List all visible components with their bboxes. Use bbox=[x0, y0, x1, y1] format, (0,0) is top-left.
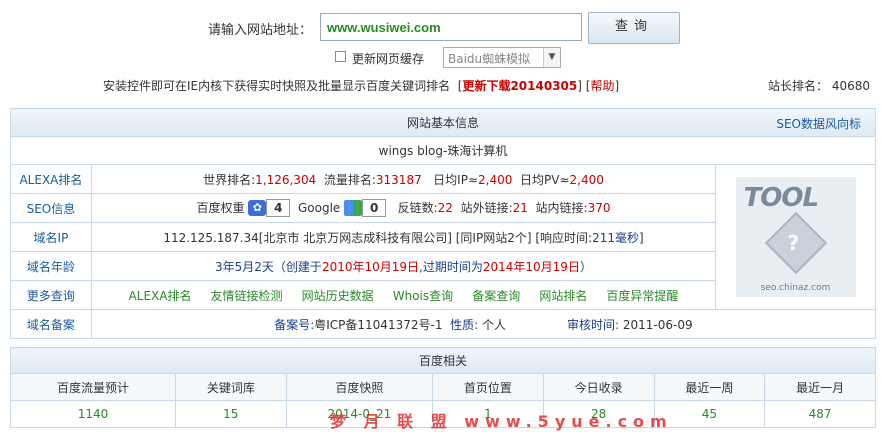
google-label: Google bbox=[297, 200, 341, 215]
age-detail-end: ） bbox=[579, 259, 592, 274]
ip-text-end: ] bbox=[638, 230, 644, 245]
tool-logo: TOOL bbox=[743, 183, 820, 213]
link-friend-link-check[interactable]: 友情链接检测 bbox=[211, 289, 283, 303]
chevron-down-icon: ▼ bbox=[543, 48, 560, 67]
val-last-month[interactable]: 487 bbox=[764, 400, 876, 428]
url-input[interactable] bbox=[320, 13, 582, 41]
nature-label: 性质: bbox=[450, 317, 479, 332]
site-title: wings blog-珠海计算机 bbox=[10, 136, 876, 165]
spider-select[interactable]: Baidu蜘蛛模拟 ▼ bbox=[443, 47, 561, 68]
traffic-rank-value: 313187 bbox=[375, 172, 422, 187]
seo-label: SEO信息 bbox=[10, 193, 92, 223]
more-links: ALEXA排名 友情链接检测 网站历史数据 Whois查询 备案查询 网站排名 … bbox=[90, 280, 717, 310]
col-keywords: 关键词库 bbox=[174, 373, 287, 401]
audit-label: 审核时间: bbox=[567, 317, 620, 332]
age-label: 域名年龄 bbox=[10, 251, 92, 281]
seo-row: 百度权重 ✿ 4 Google 0 反链数:22 站外链接:21 站内链接:370 bbox=[90, 193, 717, 223]
download-link[interactable]: 更新下载20140305 bbox=[462, 79, 577, 93]
update-cache-label: 更新网页缓存 bbox=[352, 52, 425, 66]
backlinks-label: 反链数: bbox=[397, 200, 438, 215]
icp-no-value: 粤ICP备11041372号-1 bbox=[314, 317, 443, 332]
thumbnail-cell: TOOL ? seo.chinaz.com bbox=[715, 164, 876, 310]
site-thumbnail: TOOL ? seo.chinaz.com bbox=[735, 177, 856, 297]
val-baidu-traffic[interactable]: 1140 bbox=[10, 400, 176, 428]
link-site-rank[interactable]: 网站排名 bbox=[539, 289, 587, 303]
query-button[interactable]: 查询 bbox=[588, 12, 680, 44]
baidu-header: 百度相关 bbox=[10, 347, 876, 374]
outlinks-label: 站外链接: bbox=[460, 200, 513, 215]
google-pr-value[interactable]: 0 bbox=[362, 199, 387, 218]
icp-label: 域名备案 bbox=[10, 309, 92, 339]
world-rank-value: 1,126,304 bbox=[255, 172, 317, 187]
val-keywords[interactable]: 15 bbox=[174, 400, 287, 428]
inlinks-label: 站内链接: bbox=[535, 200, 588, 215]
age-detail-pre: （创建于 bbox=[273, 259, 322, 274]
spider-select-value: Baidu蜘蛛模拟 bbox=[448, 52, 531, 66]
ip-text: 112.125.187.34[北京市 北京万网志成科技有限公司] [同IP网站2… bbox=[163, 230, 593, 245]
world-rank-label: 世界排名: bbox=[203, 172, 256, 187]
link-baidu-alert[interactable]: 百度异常提醒 bbox=[606, 289, 678, 303]
daily-pv-label: 日均PV≈ bbox=[520, 172, 570, 187]
help-link[interactable]: 帮助 bbox=[590, 79, 614, 93]
age-row: 3年5月2天（创建于2010年10月19日,过期时间为2014年10月19日） bbox=[90, 251, 717, 281]
notice-line: 安装控件即可在IE内核下获得实时快照及批量显示百度关键词排名 [更新下载2014… bbox=[103, 79, 620, 93]
rank-value: 40680 bbox=[831, 79, 871, 93]
inlinks-value[interactable]: 370 bbox=[588, 201, 611, 215]
link-alexa-rank[interactable]: ALEXA排名 bbox=[129, 289, 192, 303]
basic-info-title: 网站基本信息 bbox=[406, 116, 479, 130]
basic-info-header: 网站基本信息 SEO数据风向标 bbox=[10, 108, 876, 137]
col-last-month: 最近一月 bbox=[764, 373, 876, 401]
daily-pv-value: 2,400 bbox=[569, 172, 604, 187]
col-baidu-traffic: 百度流量预计 bbox=[10, 373, 176, 401]
col-last-week: 最近一周 bbox=[653, 373, 766, 401]
traffic-rank-label: 流量排名: bbox=[323, 172, 376, 187]
outlinks-value[interactable]: 21 bbox=[513, 201, 528, 215]
col-snapshot: 百度快照 bbox=[285, 373, 434, 401]
link-icp-query[interactable]: 备案查询 bbox=[472, 289, 520, 303]
question-icon: ? bbox=[787, 231, 800, 255]
daily-ip-value: 2,400 bbox=[478, 172, 513, 187]
ip-row: 112.125.187.34[北京市 北京万网志成科技有限公司] [同IP网站2… bbox=[90, 222, 717, 252]
thumbnail-caption: seo.chinaz.com bbox=[760, 283, 831, 293]
icp-row: 备案号:粤ICP备11041372号-1 性质: 个人 审核时间: 2011-0… bbox=[90, 309, 877, 339]
nature-value: 个人 bbox=[481, 317, 506, 332]
col-homepage-position: 首页位置 bbox=[432, 373, 544, 401]
watermark: 梦 月 联 盟 www.5yue.com bbox=[330, 412, 673, 431]
audit-value: 2011-06-09 bbox=[622, 317, 693, 332]
rank-label: 站长排名： bbox=[768, 79, 829, 93]
link-site-history[interactable]: 网站历史数据 bbox=[302, 289, 374, 303]
seo-trend-link[interactable]: SEO数据风向标 bbox=[776, 115, 861, 132]
age-value: 3年5月2天 bbox=[215, 259, 274, 274]
more-label: 更多查询 bbox=[10, 280, 92, 310]
notice-text: 安装控件即可在IE内核下获得实时快照及批量显示百度关键词排名 bbox=[103, 79, 451, 93]
baidu-paw-icon: ✿ bbox=[248, 200, 267, 217]
update-cache-checkbox[interactable] bbox=[335, 51, 346, 62]
created-date: 2010年10月19日 bbox=[321, 259, 420, 274]
basic-info-table: 网站基本信息 SEO数据风向标 wings blog-珠海计算机 ALEXA排名… bbox=[10, 108, 877, 339]
alexa-label: ALEXA排名 bbox=[10, 164, 92, 194]
baidu-weight-value[interactable]: 4 bbox=[266, 199, 291, 218]
icp-no-label: 备案号: bbox=[274, 317, 315, 332]
expire-date: 2014年10月19日 bbox=[482, 259, 580, 274]
webmaster-rank: 站长排名： 40680 bbox=[768, 77, 870, 94]
baidu-weight-label: 百度权重 bbox=[196, 200, 245, 215]
response-time: 211毫秒 bbox=[592, 230, 639, 245]
google-pr-icon bbox=[344, 200, 363, 217]
age-detail-mid: ,过期时间为 bbox=[419, 259, 483, 274]
daily-ip-label: 日均IP≈ bbox=[433, 172, 479, 187]
search-label: 请输入网站地址： bbox=[208, 23, 313, 38]
backlinks-value[interactable]: 22 bbox=[438, 201, 453, 215]
link-whois[interactable]: Whois查询 bbox=[393, 289, 453, 303]
alexa-row: 世界排名:1,126,304 流量排名:313187 日均IP≈2,400 日均… bbox=[90, 164, 717, 194]
col-today-indexed: 今日收录 bbox=[542, 373, 655, 401]
ip-label: 域名IP bbox=[10, 222, 92, 252]
